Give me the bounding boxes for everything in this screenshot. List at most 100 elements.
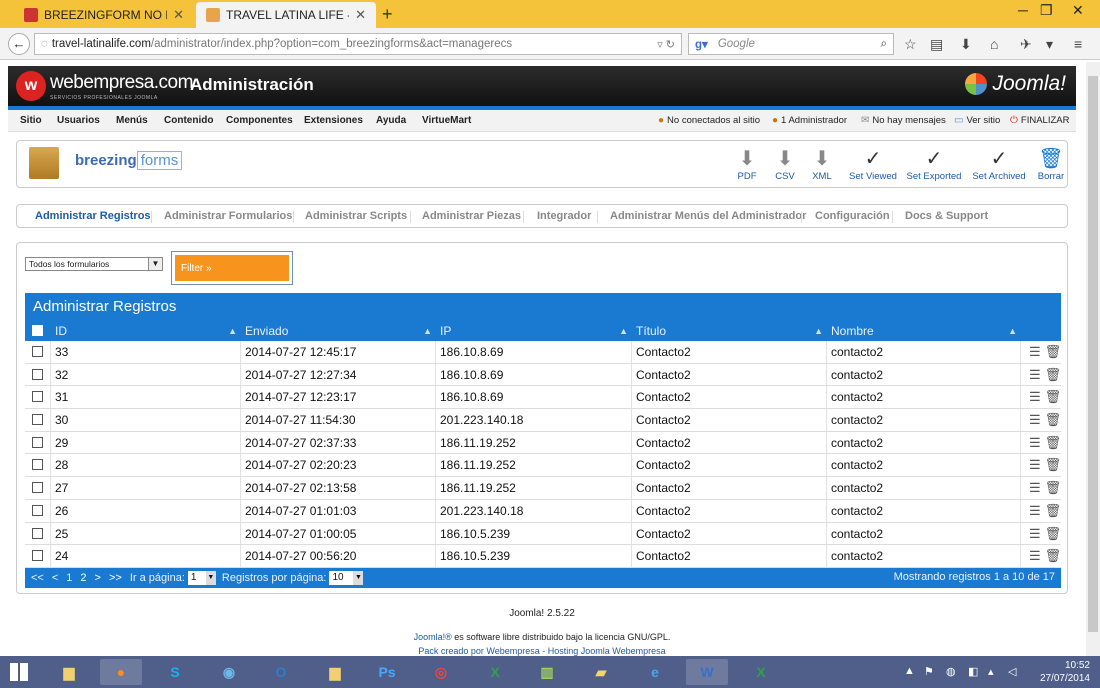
- per-page-select[interactable]: 10 ▼: [329, 570, 364, 585]
- flag-icon[interactable]: ⚑: [924, 665, 934, 678]
- details-list-icon[interactable]: ☰: [1029, 500, 1041, 522]
- subtab-configuracion[interactable]: Configuración: [815, 210, 890, 222]
- row-checkbox[interactable]: [32, 482, 43, 494]
- firefox-icon[interactable]: ●: [100, 659, 142, 685]
- subtab-docs-support[interactable]: Docs & Support: [905, 210, 988, 222]
- search-icon[interactable]: ⌕: [881, 38, 887, 51]
- column-header-nombre[interactable]: Nombre ▲: [827, 321, 1021, 341]
- row-checkbox[interactable]: [32, 391, 43, 403]
- wifi-icon[interactable]: ▴: [988, 665, 994, 678]
- browser-tab-breezingform[interactable]: BREEZINGFORM NO ENVIA... ✕: [14, 2, 194, 28]
- taskbar-clock[interactable]: 10:52 27/07/2014: [1040, 659, 1090, 685]
- set-archived-button[interactable]: ✓ Set Archived: [971, 147, 1027, 182]
- column-header-titulo[interactable]: Título ▲: [632, 321, 827, 341]
- maximize-icon[interactable]: ❐: [1040, 2, 1053, 19]
- photoshop-icon[interactable]: Ps: [366, 659, 408, 685]
- trash-icon[interactable]: 🗑: [1045, 409, 1061, 431]
- outlook-icon[interactable]: O: [260, 659, 302, 685]
- volume-icon[interactable]: ◁: [1008, 665, 1016, 678]
- scrollbar-thumb[interactable]: [1088, 76, 1098, 632]
- extension-icon[interactable]: ✈: [1020, 36, 1032, 53]
- download-icon[interactable]: ⬇: [960, 36, 972, 53]
- search-bar[interactable]: g▾ Google ⌕: [688, 33, 894, 55]
- row-checkbox[interactable]: [32, 436, 43, 448]
- status-messages[interactable]: ✉ No hay mensajes: [861, 115, 946, 126]
- form-filter-select[interactable]: Todos los formularios ▼: [25, 257, 163, 271]
- details-list-icon[interactable]: ☰: [1029, 409, 1041, 431]
- column-header-ip[interactable]: IP ▲: [436, 321, 632, 341]
- table-row[interactable]: 32 2014-07-27 12:27:34 186.10.8.69 Contacto…: [25, 363, 1061, 387]
- chrome-icon[interactable]: ◎: [420, 659, 462, 685]
- address-bar[interactable]: ◌ travel-latinalife.com /administrator/i…: [34, 33, 682, 55]
- chevron-down-icon[interactable]: ▾: [1046, 36, 1053, 53]
- xml-button[interactable]: ⬇ XML: [809, 147, 835, 182]
- status-not-connected[interactable]: ● No conectados al sitio: [658, 115, 760, 126]
- set-exported-button[interactable]: ✓ Set Exported: [905, 147, 963, 182]
- details-list-icon[interactable]: ☰: [1029, 341, 1041, 363]
- skype-icon[interactable]: S: [154, 659, 196, 685]
- menu-item-usuarios[interactable]: Usuarios: [57, 115, 100, 126]
- row-checkbox[interactable]: [32, 368, 43, 380]
- set-viewed-button[interactable]: ✓ Set Viewed: [847, 147, 899, 182]
- close-tab-icon[interactable]: ✕: [355, 7, 366, 23]
- logout-link[interactable]: ⏻ FINALIZAR: [1010, 115, 1069, 126]
- status-administrators[interactable]: ● 1 Administrador: [772, 115, 847, 126]
- menu-item-componentes[interactable]: Componentes: [226, 115, 293, 126]
- table-row[interactable]: 29 2014-07-27 02:37:33 186.11.19.252 Contac…: [25, 431, 1061, 455]
- trash-icon[interactable]: 🗑: [1045, 545, 1061, 567]
- notes-icon[interactable]: ▰: [580, 659, 622, 685]
- details-list-icon[interactable]: ☰: [1029, 364, 1041, 386]
- csv-button[interactable]: ⬇ CSV: [773, 147, 797, 182]
- select-all-checkbox[interactable]: [32, 325, 43, 336]
- bookmarks-list-icon[interactable]: ▤: [930, 36, 943, 53]
- browser-tab-travel-latina[interactable]: TRAVEL LATINA LIFE - TO... ✕: [196, 2, 376, 28]
- details-list-icon[interactable]: ☰: [1029, 454, 1041, 476]
- row-checkbox[interactable]: [32, 346, 43, 357]
- excel-2-icon[interactable]: X: [740, 659, 782, 685]
- table-row[interactable]: 27 2014-07-27 02:13:58 186.11.19.252 Contac…: [25, 477, 1061, 500]
- table-row[interactable]: 30 2014-07-27 11:54:30 201.223.140.18 Conta…: [25, 409, 1061, 432]
- column-header-id[interactable]: ID ▲: [51, 321, 241, 341]
- details-list-icon[interactable]: ☰: [1029, 477, 1041, 499]
- next-page-button[interactable]: >: [95, 572, 101, 584]
- row-checkbox[interactable]: [32, 504, 43, 516]
- trash-icon[interactable]: 🗑: [1045, 432, 1061, 454]
- sort-icon[interactable]: ▲: [228, 321, 237, 341]
- menu-item-contenido[interactable]: Contenido: [164, 115, 213, 126]
- word-icon[interactable]: W: [686, 659, 728, 685]
- goto-page-select[interactable]: 1 ▼: [187, 570, 216, 585]
- sort-icon[interactable]: ▲: [814, 321, 823, 341]
- row-checkbox[interactable]: [32, 550, 43, 562]
- excel-icon[interactable]: X: [474, 659, 516, 685]
- table-row[interactable]: 31 2014-07-27 12:23:17 186.10.8.69 Contacto…: [25, 386, 1061, 410]
- file-explorer-icon[interactable]: ▆: [48, 659, 90, 685]
- row-checkbox[interactable]: [32, 527, 43, 539]
- subtab-scripts[interactable]: Administrar Scripts: [305, 210, 407, 222]
- column-header-enviado[interactable]: Enviado ▲: [241, 321, 436, 341]
- details-list-icon[interactable]: ☰: [1029, 545, 1041, 567]
- folder-icon[interactable]: ▆: [314, 659, 356, 685]
- new-tab-button[interactable]: +: [382, 4, 393, 25]
- subtab-formularios[interactable]: Administrar Formularios: [164, 210, 292, 222]
- row-checkbox[interactable]: [32, 414, 43, 426]
- page-2-button[interactable]: 2: [80, 572, 86, 584]
- subtab-piezas[interactable]: Administrar Piezas: [422, 210, 521, 222]
- first-page-button[interactable]: <<: [31, 572, 44, 584]
- sort-icon[interactable]: ▲: [1008, 321, 1017, 341]
- table-row[interactable]: 25 2014-07-27 01:00:05 186.10.5.239 Contact…: [25, 522, 1061, 546]
- trash-icon[interactable]: 🗑: [1045, 386, 1061, 408]
- close-window-icon[interactable]: ✕: [1072, 2, 1084, 19]
- prev-page-button[interactable]: <: [52, 572, 58, 584]
- table-row[interactable]: 28 2014-07-27 02:20:23 186.11.19.252 Contac…: [25, 454, 1061, 478]
- bookmark-star-icon[interactable]: ☆: [904, 36, 917, 53]
- pack-credit-link[interactable]: Pack creado por Webempresa - Hosting Joo…: [0, 646, 1084, 656]
- internet-explorer-icon[interactable]: e: [634, 659, 676, 685]
- trash-icon[interactable]: 🗑: [1045, 477, 1061, 499]
- menu-item-virtuemart[interactable]: VirtueMart: [422, 115, 471, 126]
- minimize-icon[interactable]: ─: [1018, 2, 1028, 18]
- table-row[interactable]: 26 2014-07-27 01:01:03 201.223.140.18 Conta…: [25, 499, 1061, 523]
- network-icon[interactable]: ◍: [946, 665, 956, 678]
- table-row[interactable]: 24 2014-07-27 00:56:20 186.10.5.239 Contact…: [25, 545, 1061, 568]
- messenger-icon[interactable]: ◉: [208, 659, 250, 685]
- menu-item-ayuda[interactable]: Ayuda: [376, 115, 406, 126]
